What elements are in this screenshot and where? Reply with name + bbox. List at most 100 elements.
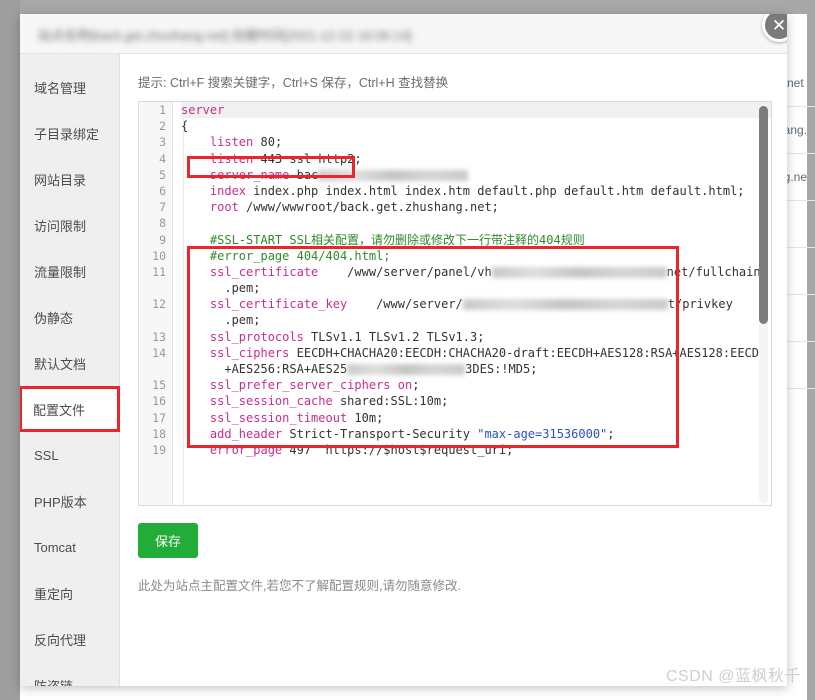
code-line: ssl_certificate /www/server/panel/vh net/… [181, 264, 771, 296]
sidebar-item-9[interactable]: PHP版本 [20, 478, 119, 524]
code-line-text: #SSL-START SSL相关配置，请勿删除或修改下一行带注释的404规则 [181, 232, 771, 248]
sidebar-item-0[interactable]: 域名管理 [20, 64, 119, 110]
code-token: ssl_certificate [209, 264, 319, 279]
code-token: on [397, 378, 413, 393]
site-settings-dialog: 站点名称[back.get.zhushang.net] 创建时间[2021-12… [20, 14, 787, 686]
code-line-text: add_header Strict-Transport-Security "ma… [181, 426, 771, 442]
code-token: server_name [209, 167, 290, 182]
sidebar-item-12[interactable]: 反向代理 [20, 616, 119, 662]
code-token: 10m; [347, 410, 384, 425]
code-token: index.php index.html index.htm default.p… [246, 183, 745, 198]
sidebar-item-3[interactable]: 访问限制 [20, 202, 119, 248]
code-line: ssl_ciphers EECDH+CHACHA20:EECDH:CHACHA2… [181, 345, 771, 377]
code-line-wrap: .pem; [181, 313, 261, 328]
line-number: 5 [159, 167, 166, 182]
config-file-editor[interactable]: 1 2 3 4 5 6 7 8 9 10 11 12 13 14 15 16 17 18 19 server{ li… [138, 101, 772, 506]
code-token: add_header [209, 426, 283, 441]
code-line: server [181, 102, 771, 119]
sidebar-item-label: 流量限制 [34, 264, 87, 280]
code-line: #SSL-START SSL相关配置，请勿删除或修改下一行带注释的404规则 [181, 232, 771, 248]
sidebar-item-label: 访问限制 [34, 218, 87, 234]
code-line: add_header Strict-Transport-Security "ma… [181, 426, 771, 442]
sidebar-item-6[interactable]: 默认文档 [20, 340, 119, 386]
code-line-text: server [181, 102, 771, 118]
sidebar-item-11[interactable]: 重定向 [20, 570, 119, 616]
shortcut-hint: 提示: Ctrl+F 搜索关键字，Ctrl+S 保存，Ctrl+H 查找替换 [138, 76, 449, 90]
sidebar-item-10[interactable]: Tomcat [20, 524, 119, 570]
code-text-area[interactable]: server { listen 80; listen 443 ssl http2;… [173, 102, 771, 505]
settings-content: 提示: Ctrl+F 搜索关键字，Ctrl+S 保存，Ctrl+H 查找替换 1… [120, 54, 787, 686]
code-token: +AES256:RSA+AES25 [181, 362, 348, 377]
code-token: ssl_protocols [209, 329, 304, 344]
code-line-text: listen 80; [181, 134, 771, 150]
line-number: 12 [152, 297, 166, 312]
sidebar-item-1[interactable]: 子目录绑定 [20, 110, 119, 156]
code-token: shared:SSL:10m; [332, 394, 449, 409]
sidebar-item-label: 重定向 [34, 586, 74, 602]
line-number: 17 [152, 410, 166, 425]
line-number: 10 [152, 248, 166, 263]
sidebar-item-7[interactable]: 配置文件 [20, 386, 120, 432]
sidebar-item-4[interactable]: 流量限制 [20, 248, 119, 294]
redacted-text [491, 266, 667, 278]
sidebar-item-label: 网站目录 [34, 172, 87, 188]
sidebar-item-5[interactable]: 伪静态 [20, 294, 119, 340]
code-line: server_name bac [181, 167, 771, 183]
code-token: /www/wwwroot/back.get.zhushang.net; [238, 200, 499, 215]
code-line-text: listen 443 ssl http2; [181, 151, 771, 167]
sidebar-item-2[interactable]: 网站目录 [20, 156, 119, 202]
code-line-text: { [181, 118, 771, 134]
code-line-wrap: .pem; [181, 281, 261, 296]
sidebar-item-label: SSL [34, 447, 59, 463]
code-line: ssl_session_cache shared:SSL:10m; [181, 393, 771, 409]
save-button[interactable]: 保存 [138, 523, 199, 558]
code-token: t/privkey [667, 297, 733, 312]
code-token: ssl_certificate_key [209, 297, 348, 312]
code-token: /www/server/panel/vh [318, 264, 492, 279]
line-number: 15 [152, 378, 166, 393]
line-number: 13 [152, 329, 166, 344]
sidebar-item-label: 子目录绑定 [34, 126, 100, 142]
code-token: 3DES:!MD5; [465, 362, 538, 377]
code-token: root [209, 200, 239, 215]
sidebar-item-label: 防盗链 [34, 678, 74, 687]
line-number: 8 [159, 216, 166, 231]
code-token: ; [607, 426, 615, 441]
sidebar-item-label: 默认文档 [34, 356, 87, 372]
code-line: { [181, 118, 771, 134]
line-number: 9 [159, 232, 166, 247]
line-number-gutter: 1 2 3 4 5 6 7 8 9 10 11 12 13 14 15 16 17 18 19 [139, 102, 173, 505]
code-token: { [181, 119, 189, 134]
code-token: ssl_session_cache [209, 394, 333, 409]
code-token: error_page [209, 442, 283, 457]
code-line-wrap: +AES256:RSA+AES25 3DES:!MD5; [181, 361, 771, 377]
code-token: #error_page 404/404.html; [181, 248, 391, 263]
code-token: listen [209, 135, 254, 150]
editor-scrollbar-thumb[interactable] [759, 106, 768, 324]
line-number: 6 [159, 183, 166, 198]
line-number: 19 [152, 442, 166, 457]
line-number: 16 [152, 394, 166, 409]
code-token: "max-age=31536000" [477, 426, 608, 441]
redacted-text [462, 299, 668, 311]
sidebar-item-8[interactable]: SSL [20, 432, 119, 478]
code-line: #error_page 404/404.html; [181, 248, 771, 264]
code-token: /www/server/ [347, 297, 463, 312]
code-line-text: ssl_prefer_server_ciphers on; [181, 377, 771, 393]
code-token: ssl_session_timeout [209, 410, 348, 425]
code-line: error_page 497 https://$host$request_uri… [181, 442, 771, 458]
redacted-text [347, 364, 466, 376]
sidebar-item-13[interactable]: 防盗链 [20, 662, 119, 687]
sidebar-item-label: 反向代理 [34, 632, 87, 648]
dialog-header: 站点名称[back.get.zhushang.net] 创建时间[2021-12… [20, 14, 787, 54]
